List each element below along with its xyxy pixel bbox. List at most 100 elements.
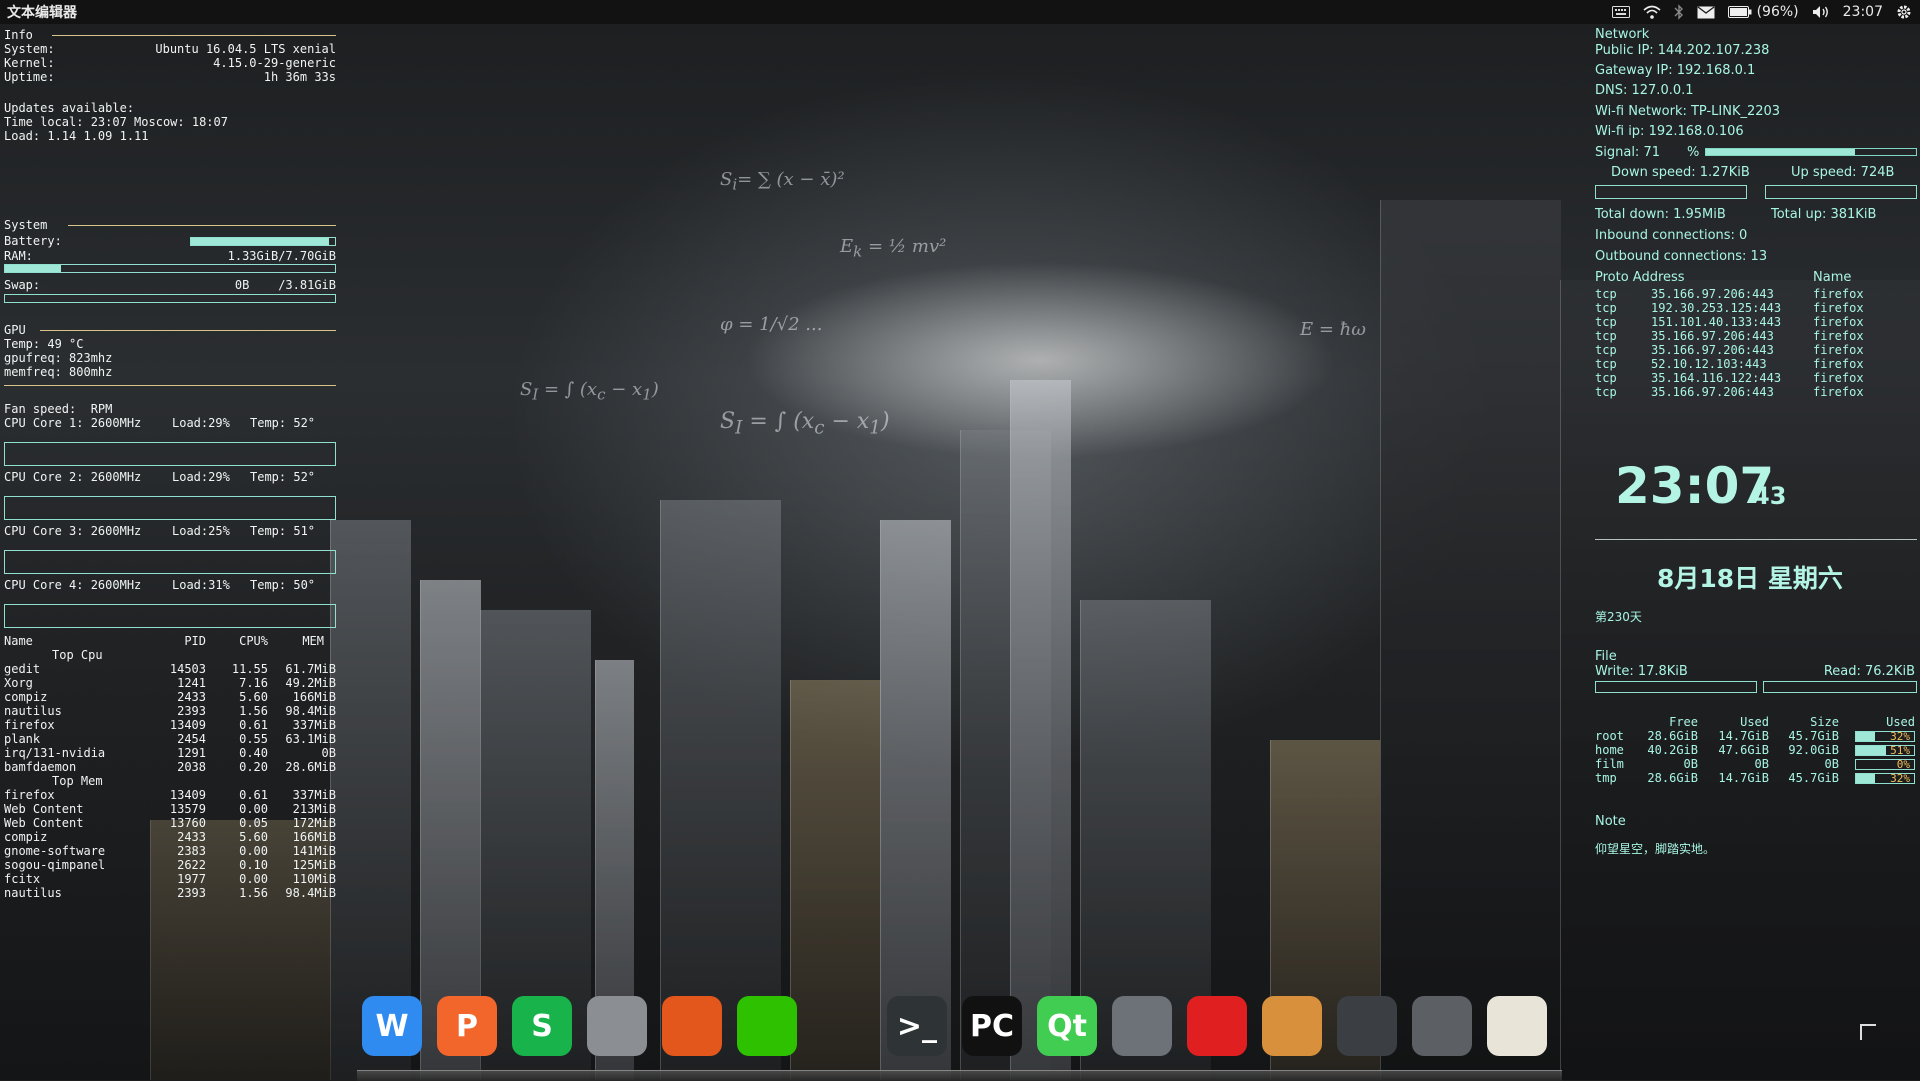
process-row: bamfdaemon 2038 0.20 28.6MiB <box>4 760 336 774</box>
fs-usage-bar: 32% <box>1855 772 1915 785</box>
mail-icon[interactable] <box>1697 2 1715 22</box>
process-cpu: 0.00 <box>239 802 268 816</box>
cpu-core-graph <box>4 442 336 466</box>
disk-write: Write: 17.8KiB <box>1595 664 1688 679</box>
info-system-label: System: <box>4 42 55 56</box>
cpu-core-label: CPU Core 4: 2600MHz <box>4 578 142 592</box>
wechat-icon[interactable] <box>737 996 797 1056</box>
process-mem: 0B <box>321 746 336 760</box>
info-kernel-label: Kernel: <box>4 56 55 70</box>
process-pid: 2433 <box>177 830 206 844</box>
process-cpu: 0.61 <box>239 718 268 732</box>
active-app-title[interactable]: 文本编辑器 <box>0 2 77 22</box>
connections-header: Proto Address <box>1595 270 1685 285</box>
fs-used: 14.7GiB <box>1718 729 1769 743</box>
process-pid: 14503 <box>169 662 206 676</box>
netease-music-icon[interactable] <box>1187 996 1247 1056</box>
process-name: gnome-software <box>4 844 106 858</box>
dock-item-glyph: Qt <box>1047 1008 1087 1044</box>
network-title: Network <box>1595 27 1650 42</box>
date-label: 8月18日 星期六 <box>1657 564 1843 593</box>
wifi-ip: Wi-fi ip: 192.168.0.106 <box>1595 124 1744 139</box>
info-uptime-value: 1h 36m 33s <box>263 70 336 84</box>
keyboard-icon[interactable] <box>1611 2 1630 22</box>
cpu-core-load: Load:31% <box>172 578 230 592</box>
panel-clock[interactable]: 23:07 <box>1843 4 1883 20</box>
wps-spreadsheet-icon[interactable]: S <box>512 996 572 1056</box>
hot-corner-icon[interactable] <box>1860 1024 1876 1040</box>
process-mem: 98.4MiB <box>285 886 336 900</box>
cpu-core-temp: Temp: 50° <box>250 578 316 592</box>
ram-value: 1.33GiB/7.70GiB <box>227 249 336 263</box>
wps-presentation-icon[interactable]: P <box>437 996 497 1056</box>
connection-proto: tcp <box>1595 301 1617 315</box>
pycharm-icon[interactable]: PC <box>962 996 1022 1056</box>
process-row: nautilus 2393 1.56 98.4MiB <box>4 886 336 900</box>
text-editor-icon[interactable] <box>1487 996 1547 1056</box>
dock-item-glyph: >_ <box>896 1008 938 1044</box>
connection-row: tcp 35.166.97.206:443 firefox <box>1595 343 1917 357</box>
file-manager-icon[interactable] <box>587 996 647 1056</box>
process-mem: 213MiB <box>292 802 336 816</box>
process-row: firefox 13409 0.61 337MiB <box>4 718 336 732</box>
cpu-core-label: CPU Core 3: 2600MHz <box>4 524 142 538</box>
volume-icon[interactable] <box>1812 2 1830 22</box>
cpu-core-graph <box>4 550 336 574</box>
process-mem: 166MiB <box>292 830 336 844</box>
ram-label: RAM: <box>4 249 33 263</box>
wifi-icon[interactable] <box>1643 2 1661 22</box>
process-mem: 49.2MiB <box>285 676 336 690</box>
disk-write-graph <box>1595 681 1757 693</box>
fs-free: 40.2GiB <box>1647 743 1698 757</box>
info-load: Load: 1.14 1.09 1.11 <box>4 129 149 143</box>
wps-writer-icon[interactable]: W <box>362 996 422 1056</box>
battery-icon[interactable] <box>1727 2 1752 22</box>
process-row: Web Content 13760 0.05 172MiB <box>4 816 336 830</box>
process-cpu: 0.20 <box>239 760 268 774</box>
connection-row: tcp 192.30.253.125:443 firefox <box>1595 301 1917 315</box>
process-name: firefox <box>4 788 55 802</box>
process-mem: 166MiB <box>292 690 336 704</box>
process-mem: 63.1MiB <box>285 732 336 746</box>
trash-icon[interactable] <box>1412 996 1472 1056</box>
process-name: Xorg <box>4 676 33 690</box>
down-speed: Down speed: 1.27KiB <box>1611 165 1750 180</box>
connection-proto: tcp <box>1595 343 1617 357</box>
home-folder-icon[interactable] <box>1262 996 1322 1056</box>
process-mem: 125MiB <box>292 858 336 872</box>
terminal-icon[interactable]: >_ <box>887 996 947 1056</box>
connection-row: tcp 35.166.97.206:443 firefox <box>1595 385 1917 399</box>
cpu-core-temp: Temp: 51° <box>250 524 316 538</box>
fs-free: 28.6GiB <box>1647 771 1698 785</box>
fs-header-used: Used <box>1740 715 1769 729</box>
fs-used: 0B <box>1754 757 1769 771</box>
signal-bar <box>1705 148 1917 156</box>
battery-percent[interactable]: (96%) <box>1757 4 1799 20</box>
fs-size: 45.7GiB <box>1788 771 1839 785</box>
system-tools-icon[interactable] <box>1112 996 1172 1056</box>
qq-icon[interactable] <box>812 996 872 1056</box>
gateway-ip: Gateway IP: 192.168.0.1 <box>1595 63 1756 78</box>
process-cpu: 5.60 <box>239 690 268 704</box>
qt-creator-icon[interactable]: Qt <box>1037 996 1097 1056</box>
lock-screen-icon[interactable] <box>1337 996 1397 1056</box>
fs-name: film <box>1595 757 1624 771</box>
big-clock-seconds: 43 <box>1753 482 1787 510</box>
connection-address: 35.166.97.206:443 <box>1651 287 1774 301</box>
bluetooth-icon[interactable] <box>1674 2 1684 22</box>
process-cpu: 1.56 <box>239 704 268 718</box>
connection-row: tcp 35.166.97.206:443 firefox <box>1595 329 1917 343</box>
settings-gear-icon[interactable] <box>1896 2 1912 22</box>
process-name: compiz <box>4 830 48 844</box>
cpu-core-graph <box>4 604 336 628</box>
process-row: Web Content 13579 0.00 213MiB <box>4 802 336 816</box>
ram-bar <box>4 264 336 273</box>
wifi-network: Wi-fi Network: TP-LINK_2203 <box>1595 104 1781 119</box>
cpu-core-temp: Temp: 52° <box>250 416 316 430</box>
dock-item-glyph: P <box>456 1008 478 1044</box>
process-row: fcitx 1977 0.00 110MiB <box>4 872 336 886</box>
process-pid: 2622 <box>177 858 206 872</box>
firefox-icon[interactable] <box>662 996 722 1056</box>
info-time: Time local: 23:07 Moscow: 18:07 <box>4 115 228 129</box>
connection-address: 35.166.97.206:443 <box>1651 329 1774 343</box>
